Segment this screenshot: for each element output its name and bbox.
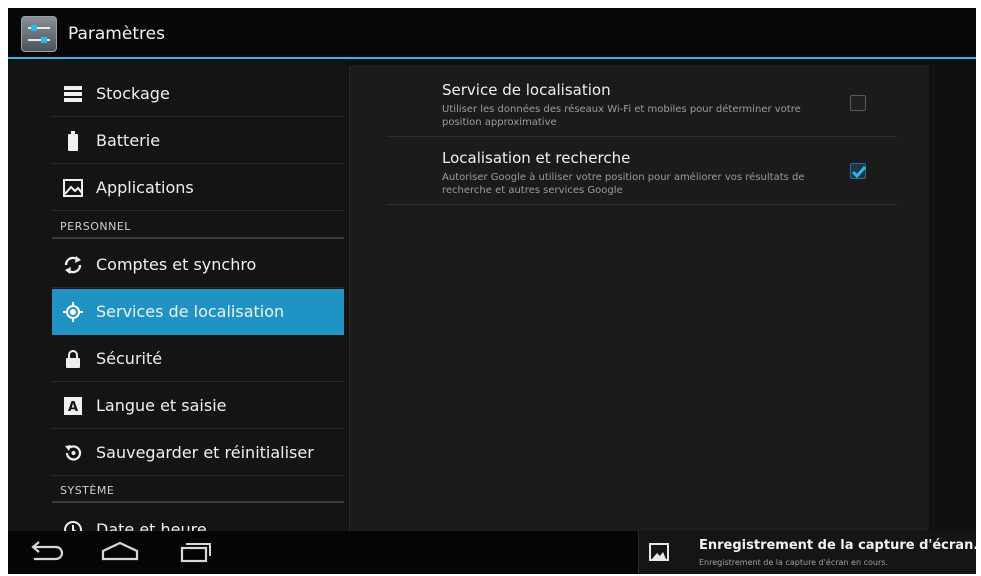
pref-title: Localisation et recherche bbox=[442, 149, 631, 167]
sidebar-item-comptes-et-synchro[interactable]: Comptes et synchro bbox=[52, 242, 344, 288]
notification-title: Enregistrement de la capture d'écran... bbox=[699, 538, 976, 553]
section-divider bbox=[52, 501, 344, 503]
android-settings-screen: Paramètres Stockage Batterie Application… bbox=[8, 8, 976, 574]
notification-subtitle: Enregistrement de la capture d'écran en … bbox=[699, 558, 888, 567]
sidebar-item-securite[interactable]: Sécurité bbox=[52, 336, 344, 382]
settings-app-icon[interactable] bbox=[21, 16, 57, 52]
section-header-systeme: SYSTÈME bbox=[60, 484, 115, 497]
sidebar-item-label: Batterie bbox=[96, 131, 161, 150]
location-search-checkbox[interactable] bbox=[850, 163, 867, 179]
sidebar-item-services-de-localisation[interactable]: Services de localisation bbox=[52, 289, 344, 335]
sidebar-item-langue-et-saisie[interactable]: A Langue et saisie bbox=[52, 383, 344, 429]
page-title: Paramètres bbox=[68, 24, 165, 44]
battery-icon bbox=[62, 130, 84, 152]
sidebar-item-batterie[interactable]: Batterie bbox=[52, 118, 344, 164]
section-divider bbox=[52, 237, 344, 239]
sidebar-item-label: Services de localisation bbox=[96, 302, 285, 321]
sidebar-item-sauvegarder-et-reinitialiser[interactable]: Sauvegarder et réinitialiser bbox=[52, 430, 344, 476]
home-icon bbox=[101, 541, 139, 561]
sidebar-item-label: Applications bbox=[96, 178, 194, 197]
pref-summary: Utiliser les données des réseaux Wi-Fi e… bbox=[442, 104, 801, 128]
home-button[interactable] bbox=[90, 531, 150, 574]
action-bar: Paramètres bbox=[8, 8, 976, 59]
sidebar-item-label: Comptes et synchro bbox=[96, 255, 257, 274]
applications-icon bbox=[62, 177, 84, 199]
storage-icon bbox=[62, 83, 84, 105]
checkmark-icon bbox=[851, 166, 867, 179]
pref-summary: Autoriser Google à utiliser votre positi… bbox=[442, 172, 805, 196]
location-icon bbox=[62, 301, 84, 323]
screenshot-notification[interactable]: Enregistrement de la capture d'écran... … bbox=[638, 531, 976, 574]
sidebar-item-label: Sécurité bbox=[96, 349, 163, 368]
svg-text:A: A bbox=[68, 400, 78, 415]
settings-sidebar: Stockage Batterie Applications PERSONNEL bbox=[8, 61, 347, 553]
sidebar-item-label: Stockage bbox=[96, 84, 170, 103]
recent-apps-button[interactable] bbox=[166, 531, 226, 574]
sidebar-item-stockage[interactable]: Stockage bbox=[52, 71, 344, 117]
section-header-personnel: PERSONNEL bbox=[60, 220, 131, 233]
back-button[interactable] bbox=[18, 531, 78, 574]
pref-title: Service de localisation bbox=[442, 81, 611, 99]
recent-apps-icon bbox=[180, 543, 211, 563]
sidebar-item-label: Langue et saisie bbox=[96, 396, 227, 415]
pref-divider bbox=[387, 204, 897, 205]
sidebar-item-applications[interactable]: Applications bbox=[52, 165, 344, 211]
keyboard-icon: A bbox=[62, 395, 84, 417]
sidebar-item-label: Sauvegarder et réinitialiser bbox=[96, 443, 314, 462]
location-settings-panel: Service de localisation Utiliser les don… bbox=[349, 65, 929, 535]
sync-icon bbox=[62, 254, 84, 276]
screenshot-image-icon bbox=[649, 543, 669, 561]
back-icon bbox=[31, 541, 64, 561]
location-service-checkbox[interactable] bbox=[850, 95, 866, 111]
backup-icon bbox=[62, 442, 84, 464]
pref-divider bbox=[387, 136, 897, 137]
lock-icon bbox=[62, 348, 84, 370]
